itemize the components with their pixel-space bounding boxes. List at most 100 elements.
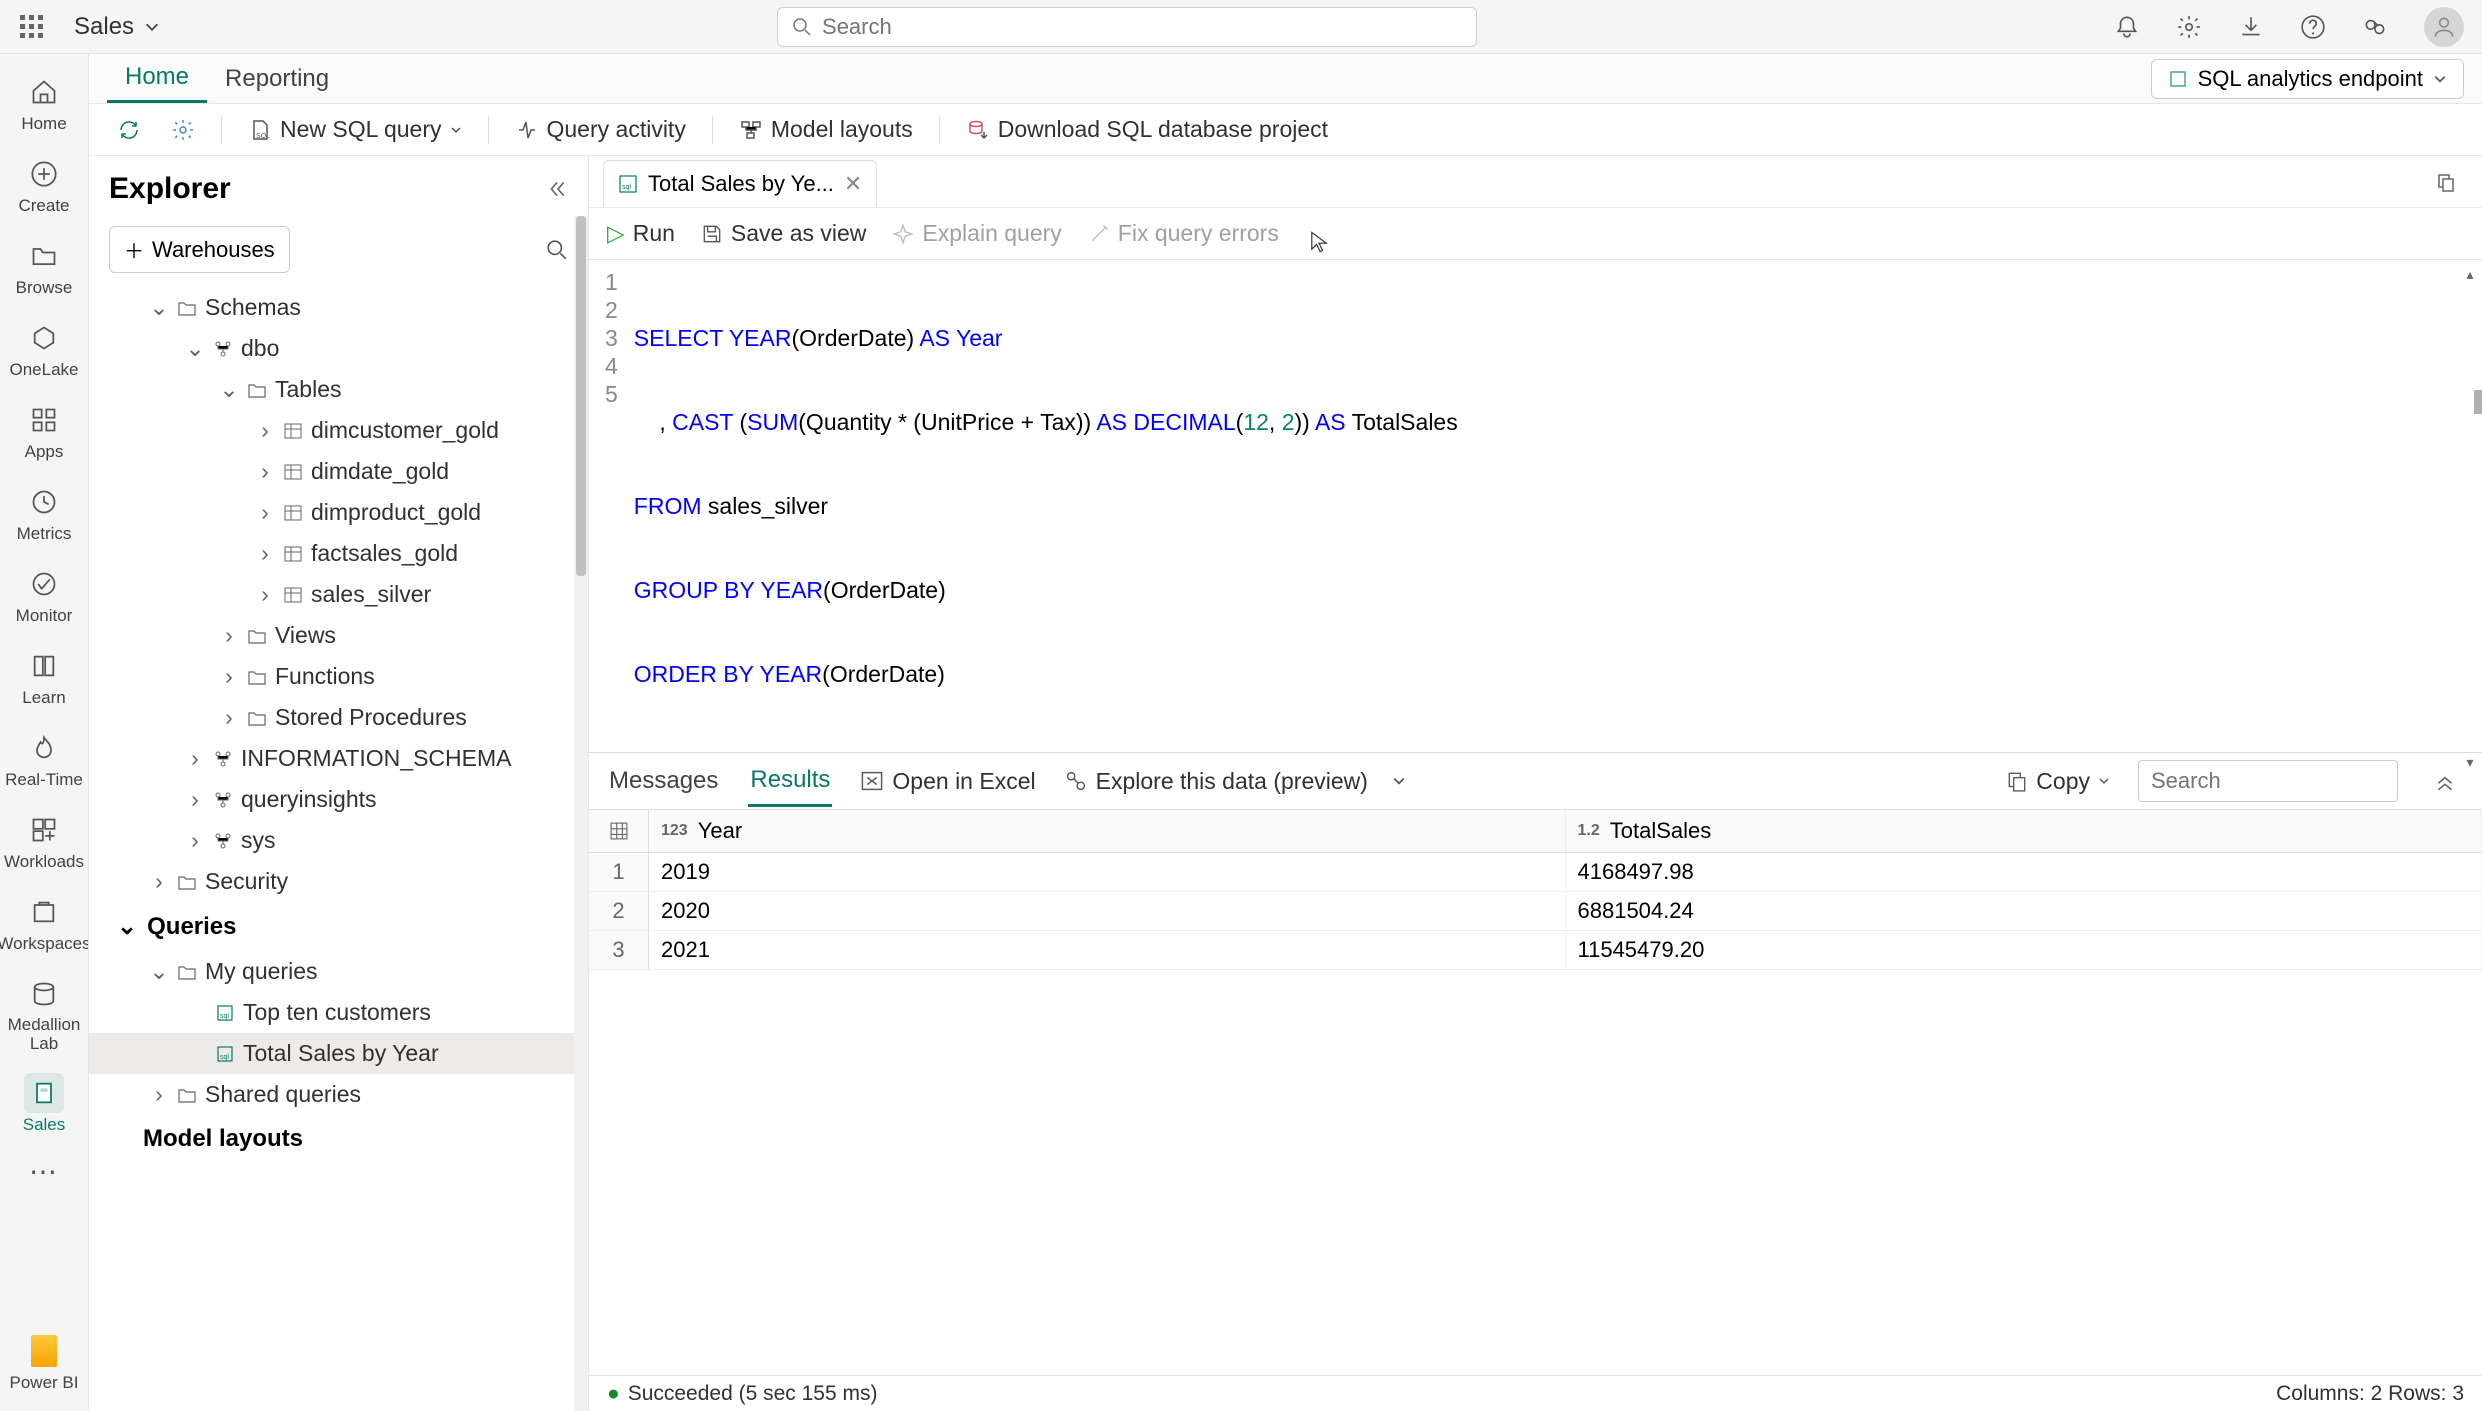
status-columns-rows: Columns: 2 Rows: 3 [2276,1382,2464,1406]
copy-button[interactable]: Copy [2006,768,2110,795]
feedback-icon[interactable] [2362,14,2388,40]
tab-home[interactable]: Home [107,54,207,103]
powerbi-icon[interactable] [31,1335,57,1367]
tree-model-layouts-section[interactable]: Model layouts [89,1115,588,1163]
plus-circle-icon [30,160,58,188]
folder-icon [247,626,267,646]
nav-onelake[interactable]: OneLake [0,310,88,388]
tree-queryinsights[interactable]: ›queryinsights [89,779,588,820]
settings-icon[interactable] [2176,14,2202,40]
nav-browse[interactable]: Browse [0,228,88,306]
user-avatar[interactable] [2424,7,2464,47]
schema-icon [213,749,233,769]
save-as-view-button[interactable]: Save as view [701,220,867,247]
tree-information-schema[interactable]: ›INFORMATION_SCHEMA [89,738,588,779]
warehouse-icon [30,1079,58,1107]
tree-table-row[interactable]: ›factsales_gold [89,533,588,574]
explain-button: Explain query [892,220,1061,247]
tree-table-row[interactable]: ›dimdate_gold [89,451,588,492]
endpoint-selector[interactable]: SQL analytics endpoint [2151,59,2464,99]
add-warehouse-button[interactable]: ＋ Warehouses [109,226,290,273]
svg-text:sql: sql [220,1013,229,1020]
nav-sales[interactable]: Sales [0,1065,88,1143]
results-search-input[interactable] [2138,760,2398,802]
nav-more[interactable]: ⋯ [29,1155,59,1188]
model-layouts-button[interactable]: Model layouts [729,110,923,149]
nav-metrics[interactable]: Metrics [0,474,88,552]
chevron-down-icon [2098,775,2110,787]
explorer-search-button[interactable] [546,239,568,261]
table-row[interactable]: 220206881504.24 [589,892,2482,931]
open-in-excel-button[interactable]: Open in Excel [860,768,1035,795]
table-row[interactable]: 120194168497.98 [589,853,2482,892]
settings-button[interactable] [161,112,205,148]
folder-icon [177,298,197,318]
results-grid: 123Year 1.2TotalSales 120194168497.98 22… [589,809,2482,1375]
tree-my-queries[interactable]: ⌄My queries [89,951,588,992]
copy-tab-button[interactable] [2424,170,2468,194]
tree-sys[interactable]: ›sys [89,820,588,861]
refresh-icon [117,118,141,142]
search-input[interactable] [822,14,1462,40]
column-year[interactable]: 123Year [649,810,1566,852]
collapse-explorer-button[interactable] [546,178,568,200]
tree-schemas[interactable]: ⌄Schemas [89,287,588,328]
nav-learn[interactable]: Learn [0,638,88,716]
refresh-button[interactable] [107,112,151,148]
run-button[interactable]: ▷Run [607,220,675,247]
scroll-down[interactable]: ▾ [2461,748,2479,776]
scroll-up[interactable]: ▴ [2461,260,2479,288]
folder-icon [247,380,267,400]
nav-medallion-lab[interactable]: Medallion Lab [0,966,88,1061]
tree-security[interactable]: ›Security [89,861,588,902]
column-totalsales[interactable]: 1.2TotalSales [1566,810,2482,852]
folder-icon [30,242,58,270]
fire-icon [30,734,58,762]
nav-home[interactable]: Home [0,64,88,142]
tree-table-row[interactable]: ›dimcustomer_gold [89,410,588,451]
svg-text:sql: sql [622,184,631,191]
tree-functions[interactable]: ›Functions [89,656,588,697]
tree-dbo[interactable]: ⌄dbo [89,328,588,369]
help-icon[interactable] [2300,14,2326,40]
code-editor[interactable]: 12345 SELECT YEAR(OrderDate) AS Year , C… [589,260,2482,752]
tree-table-row[interactable]: ›dimproduct_gold [89,492,588,533]
explore-data-button[interactable]: Explore this data (preview) [1064,768,1406,795]
nav-create[interactable]: Create [0,146,88,224]
download-project-button[interactable]: Download SQL database project [956,110,1338,149]
tree-query-top-ten[interactable]: sqlTop ten customers [89,992,588,1033]
close-tab-button[interactable]: ✕ [844,171,862,197]
scrollbar-thumb[interactable] [576,216,586,576]
download-icon[interactable] [2238,14,2264,40]
table-row[interactable]: 3202111545479.20 [589,931,2482,970]
tab-reporting[interactable]: Reporting [207,54,347,103]
explorer-scrollbar[interactable] [574,216,588,1411]
grid-corner[interactable] [589,810,649,852]
nav-realtime[interactable]: Real-Time [0,720,88,798]
app-launcher[interactable] [18,13,46,41]
workspace-selector[interactable]: Sales [74,13,160,41]
query-activity-button[interactable]: Query activity [505,110,696,149]
tree-queries-section[interactable]: ⌄Queries [89,902,588,951]
global-search[interactable] [777,7,1477,47]
wand-icon [1088,223,1110,245]
tree-stored-procedures[interactable]: ›Stored Procedures [89,697,588,738]
editor-tab[interactable]: sql Total Sales by Ye... ✕ [603,160,877,207]
nav-monitor[interactable]: Monitor [0,556,88,634]
notifications-icon[interactable] [2114,14,2140,40]
collapse-results-button[interactable] [2426,770,2464,792]
nav-workloads[interactable]: Workloads [0,802,88,880]
tree-table-row[interactable]: ›sales_silver [89,574,588,615]
tree-shared-queries[interactable]: ›Shared queries [89,1074,588,1115]
results-tab[interactable]: Results [748,756,832,807]
new-query-button[interactable]: SQL New SQL query [238,110,472,149]
tree-tables[interactable]: ⌄Tables [89,369,588,410]
schema-icon [213,339,233,359]
tree-views[interactable]: ›Views [89,615,588,656]
copy-icon [2434,170,2458,194]
nav-workspaces[interactable]: Workspaces [0,884,88,962]
messages-tab[interactable]: Messages [607,757,720,805]
nav-apps[interactable]: Apps [0,392,88,470]
powerbi-label: Power BI [10,1373,79,1393]
tree-query-total-sales[interactable]: sqlTotal Sales by Year [89,1033,588,1074]
